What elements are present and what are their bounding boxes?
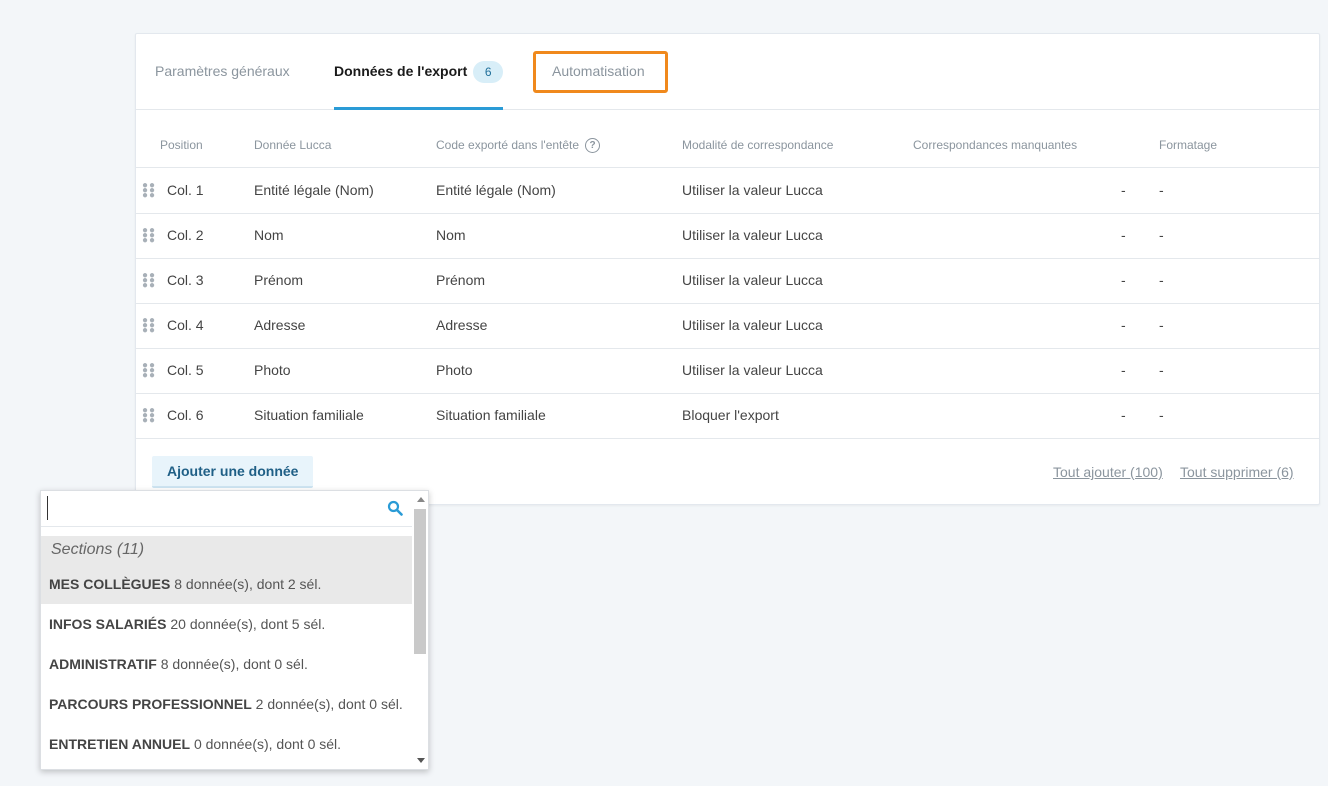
drag-handle-icon[interactable]: ●● ●● ●● <box>142 361 155 381</box>
cell-formatting: - <box>1159 317 1164 333</box>
section-dropdown: Sections (11) MES COLLÈGUES 8 donnée(s),… <box>40 490 429 770</box>
cell-lucca-data: Situation familiale <box>254 407 364 423</box>
scrollbar-thumb[interactable] <box>414 509 426 654</box>
option-section-name: PARCOURS PROFESSIONNEL <box>49 696 252 712</box>
tab-bar: Paramètres généraux Données de l'export 6… <box>136 34 1319 110</box>
cell-exported-code: Photo <box>436 362 473 378</box>
column-header-formatting: Formatage <box>1159 138 1218 152</box>
tab-automation[interactable]: Automatisation <box>552 34 645 109</box>
cell-exported-code: Nom <box>436 227 466 243</box>
table-row[interactable]: ●● ●● ●● Col. 3 Prénom Prénom Utiliser la vale… <box>136 258 1319 304</box>
column-header-exported-code-label: Code exporté dans l'entête <box>436 138 580 152</box>
column-header-exported-code: Code exporté dans l'entête? <box>436 109 601 167</box>
cell-formatting: - <box>1159 272 1164 288</box>
option-section-name: INFOS SALARIÉS <box>49 616 167 632</box>
dropdown-option[interactable]: ENTRETIEN ANNUEL 0 donnée(s), dont 0 sél… <box>41 724 413 764</box>
cell-missing-matches: - <box>1121 182 1126 198</box>
tab-export-data[interactable]: Données de l'export 6 <box>334 34 504 110</box>
column-header-missing-matches: Correspondances manquantes <box>913 138 1078 152</box>
cell-matching-mode: Utiliser la valeur Lucca <box>682 362 823 378</box>
help-icon[interactable]: ? <box>585 138 601 154</box>
option-detail: 2 donnée(s), dont 0 sél. <box>255 696 403 712</box>
scroll-up-arrow-icon[interactable] <box>417 497 425 502</box>
cell-exported-code: Entité légale (Nom) <box>436 182 556 198</box>
cell-missing-matches: - <box>1121 317 1126 333</box>
column-header-matching-mode: Modalité de correspondance <box>682 138 834 152</box>
cell-lucca-data: Photo <box>254 362 291 378</box>
drag-handle-icon[interactable]: ●● ●● ●● <box>142 271 155 291</box>
table-header: Position Donnée Lucca Code exporté dans … <box>136 109 1319 168</box>
cell-position: Col. 3 <box>167 272 204 288</box>
cell-lucca-data: Nom <box>254 227 284 243</box>
cell-missing-matches: - <box>1121 227 1126 243</box>
column-header-lucca-data: Donnée Lucca <box>254 138 332 152</box>
cell-matching-mode: Utiliser la valeur Lucca <box>682 317 823 333</box>
drag-handle-icon[interactable]: ●● ●● ●● <box>142 406 155 426</box>
dropdown-option[interactable]: ADMINISTRATIF 8 donnée(s), dont 0 sél. <box>41 644 413 684</box>
remove-all-link[interactable]: Tout supprimer (6) <box>1180 464 1294 480</box>
table-row[interactable]: ●● ●● ●● Col. 1 Entité légale (Nom) Entité lé… <box>136 168 1319 214</box>
cell-exported-code: Prénom <box>436 272 486 288</box>
dropdown-option[interactable]: PARCOURS PROFESSIONNEL 2 donnée(s), dont… <box>41 684 413 724</box>
option-section-name: ADMINISTRATIF <box>49 656 157 672</box>
dropdown-option[interactable]: INFOS SALARIÉS 20 donnée(s), dont 5 sél. <box>41 604 413 644</box>
dropdown-option[interactable]: MES COLLÈGUES 8 donnée(s), dont 2 sél. <box>41 564 413 604</box>
table-row[interactable]: ●● ●● ●● Col. 2 Nom Nom Utiliser la valeur Luc… <box>136 213 1319 259</box>
cell-missing-matches: - <box>1121 272 1126 288</box>
cell-matching-mode: Utiliser la valeur Lucca <box>682 227 823 243</box>
cell-lucca-data: Entité légale (Nom) <box>254 182 374 198</box>
option-detail: 8 donnée(s), dont 0 sél. <box>160 656 308 672</box>
cell-lucca-data: Prénom <box>254 272 304 288</box>
tab-automation-label: Automatisation <box>552 63 645 79</box>
tab-general-settings-label: Paramètres généraux <box>155 63 290 79</box>
scroll-down-arrow-icon[interactable] <box>417 758 425 763</box>
dropdown-group-label: Sections (11) <box>41 536 413 564</box>
cell-exported-code: Situation familiale <box>436 407 546 423</box>
table-row[interactable]: ●● ●● ●● Col. 6 Situation familiale Situation… <box>136 393 1319 439</box>
dropdown-search <box>41 491 413 527</box>
cell-position: Col. 5 <box>167 362 204 378</box>
cell-lucca-data: Adresse <box>254 317 306 333</box>
cell-missing-matches: - <box>1121 407 1126 423</box>
drag-handle-icon[interactable]: ●● ●● ●● <box>142 226 155 246</box>
tab-general-settings[interactable]: Paramètres généraux <box>155 34 290 109</box>
export-settings-card: Paramètres généraux Données de l'export 6… <box>135 33 1320 505</box>
cell-formatting: - <box>1159 362 1164 378</box>
cell-position: Col. 6 <box>167 407 204 423</box>
add-data-button[interactable]: Ajouter une donnée <box>152 456 314 488</box>
option-detail: 20 donnée(s), dont 5 sél. <box>170 616 326 632</box>
option-detail: 0 donnée(s), dont 0 sél. <box>193 736 342 752</box>
cell-exported-code: Adresse <box>436 317 488 333</box>
option-section-name: ENTRETIEN ANNUEL <box>49 736 191 752</box>
dropdown-search-input[interactable] <box>47 496 382 520</box>
drag-handle-icon[interactable]: ●● ●● ●● <box>142 181 155 201</box>
count-badge: 6 <box>473 61 504 84</box>
add-all-link[interactable]: Tout ajouter (100) <box>1053 464 1163 480</box>
drag-handle-icon[interactable]: ●● ●● ●● <box>142 316 155 336</box>
cell-matching-mode: Utiliser la valeur Lucca <box>682 272 823 288</box>
option-section-name: MES COLLÈGUES <box>49 576 171 592</box>
table-row[interactable]: ●● ●● ●● Col. 4 Adresse Adresse Utiliser la va… <box>136 303 1319 349</box>
cell-formatting: - <box>1159 407 1164 423</box>
cell-position: Col. 4 <box>167 317 204 333</box>
dropdown-scrollbar[interactable] <box>412 491 428 769</box>
option-detail: 8 donnée(s), dont 2 sél. <box>174 576 322 592</box>
cell-formatting: - <box>1159 227 1164 243</box>
cell-missing-matches: - <box>1121 362 1126 378</box>
tab-export-data-label: Données de l'export <box>334 63 468 79</box>
search-icon[interactable] <box>387 500 403 516</box>
column-header-position: Position <box>160 138 203 152</box>
cell-matching-mode: Bloquer l'export <box>682 407 779 423</box>
cell-formatting: - <box>1159 182 1164 198</box>
cell-matching-mode: Utiliser la valeur Lucca <box>682 182 823 198</box>
cell-position: Col. 1 <box>167 182 204 198</box>
cell-position: Col. 2 <box>167 227 204 243</box>
table-row[interactable]: ●● ●● ●● Col. 5 Photo Photo Utiliser la valeur… <box>136 348 1319 394</box>
